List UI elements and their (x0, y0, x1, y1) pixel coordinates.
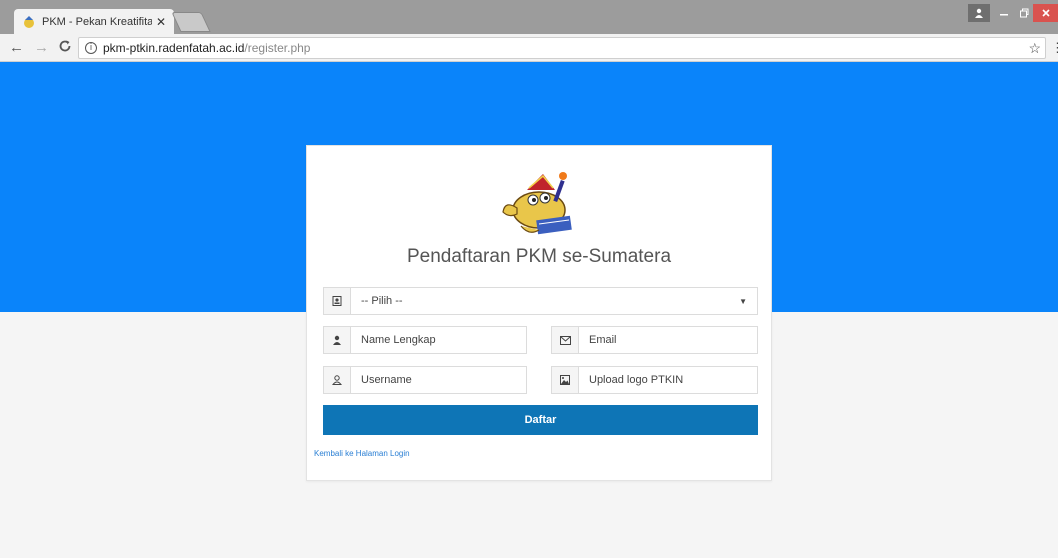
upload-input[interactable] (579, 368, 757, 392)
username-field[interactable] (323, 366, 527, 394)
user-icon (324, 327, 351, 353)
daftar-button[interactable]: Daftar (323, 405, 758, 435)
image-icon (552, 367, 579, 393)
new-tab-button[interactable] (171, 12, 211, 32)
address-bar[interactable]: i pkm-ptkin.radenfatah.ac.id/register.ph… (78, 37, 1046, 59)
bookmark-star-icon[interactable]: ☆ (1028, 40, 1041, 57)
url-path: /register.php (244, 41, 311, 55)
pkm-mascot-logo (502, 172, 572, 235)
select-value: -- Pilih -- (361, 295, 403, 307)
envelope-icon (552, 327, 579, 353)
browser-tabstrip: PKM - Pekan Kreatifitas I ✕ (0, 0, 1058, 34)
register-card: Pendaftaran PKM se-Sumatera -- Pilih -- … (306, 145, 772, 481)
info-icon[interactable]: i (85, 42, 97, 54)
restore-icon[interactable] (1016, 4, 1032, 22)
ptkin-select[interactable]: -- Pilih -- ▼ (323, 287, 758, 315)
reload-icon[interactable] (58, 39, 72, 57)
browser-tab[interactable]: PKM - Pekan Kreatifitas I ✕ (14, 9, 174, 34)
close-window-icon[interactable] (1033, 4, 1058, 22)
username-input[interactable] (351, 368, 526, 392)
tab-title: PKM - Pekan Kreatifitas I (42, 15, 152, 28)
upload-logo-field[interactable] (551, 366, 758, 394)
minimize-icon[interactable] (996, 4, 1012, 22)
tab-close-icon[interactable]: ✕ (156, 15, 166, 29)
user-outline-icon (324, 367, 351, 393)
id-card-icon (324, 288, 351, 314)
browser-menu-icon[interactable]: ⋮ (1051, 40, 1058, 56)
back-arrow-icon[interactable]: ← (9, 39, 24, 56)
profile-icon[interactable] (968, 4, 990, 22)
page-title: Pendaftaran PKM se-Sumatera (406, 246, 672, 267)
dropdown-caret-icon: ▼ (739, 296, 747, 306)
name-input[interactable] (351, 328, 526, 352)
email-field[interactable] (551, 326, 758, 354)
back-to-login-link[interactable]: Kembali ke Halaman Login (314, 449, 410, 458)
name-field[interactable] (323, 326, 527, 354)
forward-arrow-icon[interactable]: → (34, 39, 49, 56)
email-input[interactable] (579, 328, 757, 352)
url-host: pkm-ptkin.radenfatah.ac.id (103, 41, 245, 55)
browser-toolbar: ← → i pkm-ptkin.radenfatah.ac.id/registe… (0, 34, 1058, 62)
site-favicon-icon (24, 15, 34, 28)
